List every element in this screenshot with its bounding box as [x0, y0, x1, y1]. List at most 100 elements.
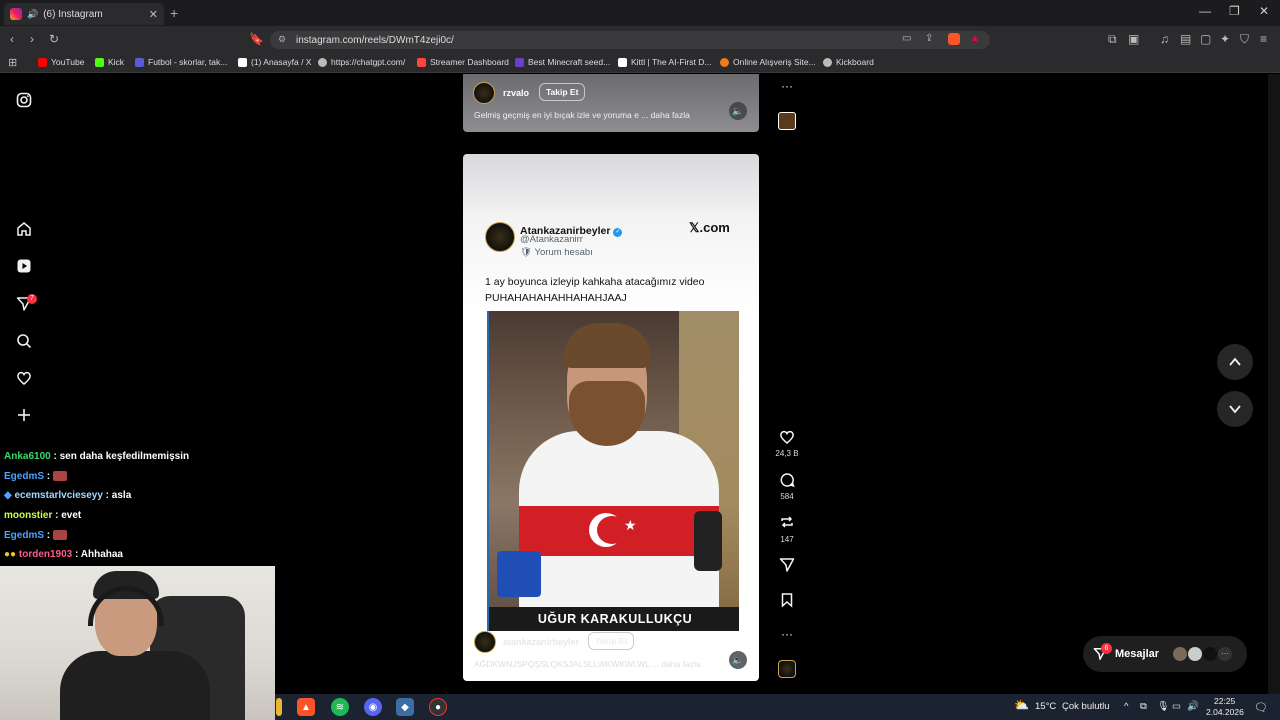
restore-icon[interactable]: ❐ — [1229, 4, 1240, 18]
follow-button[interactable]: Takip Et — [539, 83, 586, 101]
notification-badge: 7 — [27, 294, 37, 304]
repost-icon[interactable] — [778, 513, 796, 531]
search-icon[interactable] — [15, 332, 33, 350]
clock-time[interactable]: 22:25 — [1214, 696, 1235, 706]
youtube-icon — [38, 57, 47, 67]
bookmark-streamer-dashboard[interactable]: Streamer Dashboard — [417, 57, 509, 67]
streamer-body — [60, 651, 210, 720]
bookmark-page-icon[interactable]: 🔖 — [249, 32, 264, 46]
mute-icon[interactable]: 🔈 — [729, 651, 747, 669]
futbol-icon — [135, 57, 144, 67]
more-avatars-icon: ··· — [1218, 647, 1233, 661]
temperature[interactable]: 15°C — [1035, 701, 1056, 712]
bookmark-shopping[interactable]: Online Alışveriş Site... — [720, 57, 816, 67]
phone-icon — [694, 511, 722, 571]
sidebar-toggle-icon[interactable]: ▤ — [1180, 32, 1191, 46]
bookmark-kick[interactable]: Kick — [95, 57, 124, 67]
tweet-text-line2: PUHAHAHAHAHHAHAHJAAJ — [485, 292, 627, 304]
instagram-logo-icon[interactable] — [15, 91, 33, 109]
mute-icon[interactable]: 🔈 — [729, 102, 747, 120]
brave-shield-icon[interactable] — [948, 33, 960, 45]
reel-caption[interactable]: AĞDKWNJSPQŞSLQKSJALSLLWKWKWLWL ... daha … — [474, 659, 701, 669]
obs-icon[interactable]: ● — [429, 698, 447, 716]
chat-message: ●● torden1903 : Ahhahaa — [4, 549, 123, 560]
close-window-icon[interactable]: ✕ — [1259, 4, 1269, 18]
url-field[interactable]: ⚙ instagram.com/reels/DWmT4zeji0c/ ▭ ⇪ ▲ — [270, 31, 990, 49]
next-reel-button[interactable] — [1217, 391, 1253, 427]
chatgpt-icon — [318, 57, 327, 67]
cast-icon[interactable]: ▭ — [902, 33, 911, 44]
microphone-icon[interactable]: 🎙 — [1157, 701, 1169, 712]
create-plus-icon[interactable] — [15, 406, 33, 424]
tray-app-icon[interactable]: ⧉ — [1140, 701, 1147, 712]
forward-icon[interactable]: › — [30, 32, 34, 46]
close-tab-icon[interactable]: ✕ — [149, 8, 158, 21]
comment-icon[interactable] — [778, 471, 796, 489]
media-icon[interactable]: ♫ — [1160, 32, 1169, 46]
tray-overflow-icon[interactable]: ^ — [1124, 701, 1128, 712]
reels-icon[interactable] — [15, 257, 33, 275]
bookmark-minecraft[interactable]: Best Minecraft seed... — [515, 57, 610, 67]
bookmark-kickboard[interactable]: Kickboard — [823, 57, 874, 67]
tweet-subtitle: 🛡 Yorum hesabı — [520, 247, 593, 258]
chat-message: EgedmS : — [4, 471, 67, 482]
follow-button[interactable]: Takip Et — [588, 632, 635, 650]
extensions-icon[interactable]: ⧉ — [1108, 32, 1117, 47]
reel-username[interactable]: rzvalo — [503, 88, 529, 98]
more-options-icon[interactable]: ··· — [778, 77, 796, 95]
audio-thumbnail-icon[interactable] — [778, 112, 796, 130]
back-icon[interactable]: ‹ — [10, 32, 14, 46]
previous-reel[interactable]: rzvalo Takip Et Gelmiş geçmiş en iyi bıç… — [463, 74, 759, 132]
mug-icon — [497, 551, 541, 597]
spotify-icon[interactable]: ≋ — [331, 698, 349, 716]
brave-rewards-icon[interactable]: ▲ — [970, 33, 980, 44]
volume-icon[interactable]: 🔊 — [1187, 701, 1199, 712]
scrollbar[interactable] — [1268, 74, 1280, 694]
weather-text[interactable]: Çok bulutlu — [1062, 701, 1110, 712]
reload-icon[interactable]: ↻ — [49, 32, 59, 46]
vpn-icon[interactable]: ⛉ — [1240, 32, 1249, 47]
bookmark-x[interactable]: (1) Anasayfa / X — [238, 57, 311, 67]
reel-username[interactable]: atankazanirbeyler — [503, 637, 579, 647]
avatar[interactable] — [473, 82, 495, 104]
bookmark-chatgpt[interactable]: https://chatgpt.com/ — [318, 57, 405, 67]
avatar — [1203, 647, 1218, 661]
bookmark-youtube[interactable]: YouTube — [38, 57, 84, 67]
tab-search-icon[interactable]: ▣ — [1128, 32, 1139, 46]
previous-reel-button[interactable] — [1217, 344, 1253, 380]
save-bookmark-icon[interactable] — [778, 591, 796, 609]
apps-grid-icon[interactable]: ⊞ — [8, 56, 17, 69]
notifications-heart-icon[interactable] — [15, 369, 33, 387]
home-icon[interactable] — [15, 220, 33, 238]
avatar — [1173, 647, 1188, 661]
brave-browser-icon[interactable]: ▲ — [297, 698, 315, 716]
share-icon[interactable] — [778, 556, 796, 574]
tweet-video[interactable]: ★ UĞUR KARAKULLUKÇU — [487, 311, 739, 631]
like-count: 24,3 B — [775, 449, 799, 458]
leo-ai-icon[interactable]: ✦ — [1220, 32, 1230, 46]
bookmark-kittl[interactable]: Kittl | The AI-First D... — [618, 57, 711, 67]
more-options-icon[interactable]: ··· — [778, 625, 796, 643]
menu-icon[interactable]: ≡ — [1260, 32, 1267, 46]
notifications-icon[interactable]: 🗨 — [1254, 701, 1268, 714]
new-tab-button[interactable]: + — [170, 5, 178, 21]
reel-caption[interactable]: Gelmiş geçmiş en iyi bıçak izle ve yorum… — [474, 110, 690, 120]
browser-tab[interactable]: 🔊 (6) Instagram ✕ — [4, 3, 164, 25]
site-settings-icon[interactable]: ⚙ — [278, 34, 286, 45]
wallet-icon[interactable]: ▢ — [1200, 32, 1211, 46]
bookmark-futbol[interactable]: Futbol - skorlar, tak... — [135, 57, 227, 67]
messages-button[interactable]: Mesajlar ··· — [1083, 636, 1247, 672]
clock-date[interactable]: 2.04.2026 — [1206, 707, 1244, 717]
webcam-overlay — [0, 566, 275, 720]
like-heart-icon[interactable] — [778, 428, 796, 446]
app-icon[interactable]: ◆ — [396, 698, 414, 716]
minimize-icon[interactable]: — — [1199, 4, 1211, 18]
audio-thumbnail-icon[interactable] — [778, 660, 796, 678]
streamer-icon — [417, 57, 426, 67]
network-icon[interactable]: ▭ — [1172, 701, 1181, 712]
discord-icon[interactable]: ◉ — [364, 698, 382, 716]
weather-icon[interactable]: ⛅ — [1014, 698, 1029, 712]
file-explorer-icon[interactable] — [276, 698, 282, 716]
avatar[interactable] — [474, 631, 496, 653]
share-icon[interactable]: ⇪ — [925, 33, 933, 44]
